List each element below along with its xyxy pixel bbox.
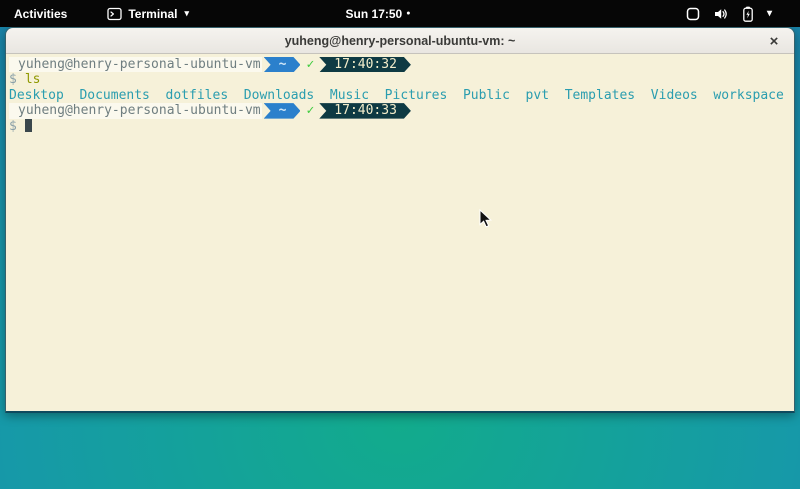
activities-button[interactable]: Activities — [10, 5, 71, 23]
prompt-line: yuheng@henry-personal-ubuntu-vm~ ✓ 17:40:3… — [9, 57, 789, 72]
chevron-down-icon: ▾ — [767, 8, 772, 19]
terminal-icon — [107, 7, 122, 21]
prompt-symbol: $ — [9, 119, 17, 134]
check-icon: ✓ — [306, 103, 314, 118]
screen-icon — [686, 7, 700, 21]
clock-label: Sun 17:50 — [346, 7, 403, 21]
ls-output-line: Desktop Documents dotfiles Downloads Mus… — [9, 88, 789, 103]
clock-menu[interactable]: Sun 17:50 ● — [346, 7, 411, 21]
mouse-cursor — [479, 209, 492, 233]
notification-dot-icon: ● — [406, 10, 410, 17]
directory-list: Desktop Documents dotfiles Downloads Mus… — [9, 88, 784, 103]
window-title: yuheng@henry-personal-ubuntu-vm: ~ — [285, 34, 516, 48]
text-cursor-block — [25, 119, 33, 132]
top-bar: Activities Terminal ▾ Sun 17:50 ● — [0, 0, 800, 27]
command-text: ls — [25, 72, 41, 87]
prompt-user-host: yuheng@henry-personal-ubuntu-vm — [9, 103, 262, 118]
prompt-line: yuheng@henry-personal-ubuntu-vm~ ✓ 17:40:3… — [9, 103, 789, 118]
prompt-cwd-segment: ~ — [264, 103, 301, 118]
check-icon: ✓ — [306, 57, 314, 72]
system-status-menu[interactable]: ▾ — [686, 6, 772, 22]
chevron-down-icon: ▾ — [184, 8, 189, 19]
prompt-symbol: $ — [9, 72, 17, 87]
command-line: $ ls — [9, 72, 789, 87]
prompt-cwd-segment: ~ — [264, 57, 301, 72]
terminal-window: yuheng@henry-personal-ubuntu-vm: ~ × yuh… — [5, 27, 795, 413]
terminal-screen[interactable]: yuheng@henry-personal-ubuntu-vm~✓17:40:3… — [6, 54, 794, 412]
window-titlebar[interactable]: yuheng@henry-personal-ubuntu-vm: ~ × — [6, 28, 794, 54]
battery-charging-icon — [742, 6, 754, 22]
prompt-time-segment: 17:40:33 — [319, 103, 411, 118]
app-menu-label: Terminal — [128, 7, 177, 21]
prompt-user-host: yuheng@henry-personal-ubuntu-vm — [9, 57, 262, 72]
input-line[interactable]: $ — [9, 119, 789, 134]
app-menu-terminal[interactable]: Terminal ▾ — [107, 7, 189, 21]
prompt-time-segment: 17:40:32 — [319, 57, 411, 72]
volume-icon — [713, 7, 729, 21]
close-button[interactable]: × — [764, 28, 784, 54]
